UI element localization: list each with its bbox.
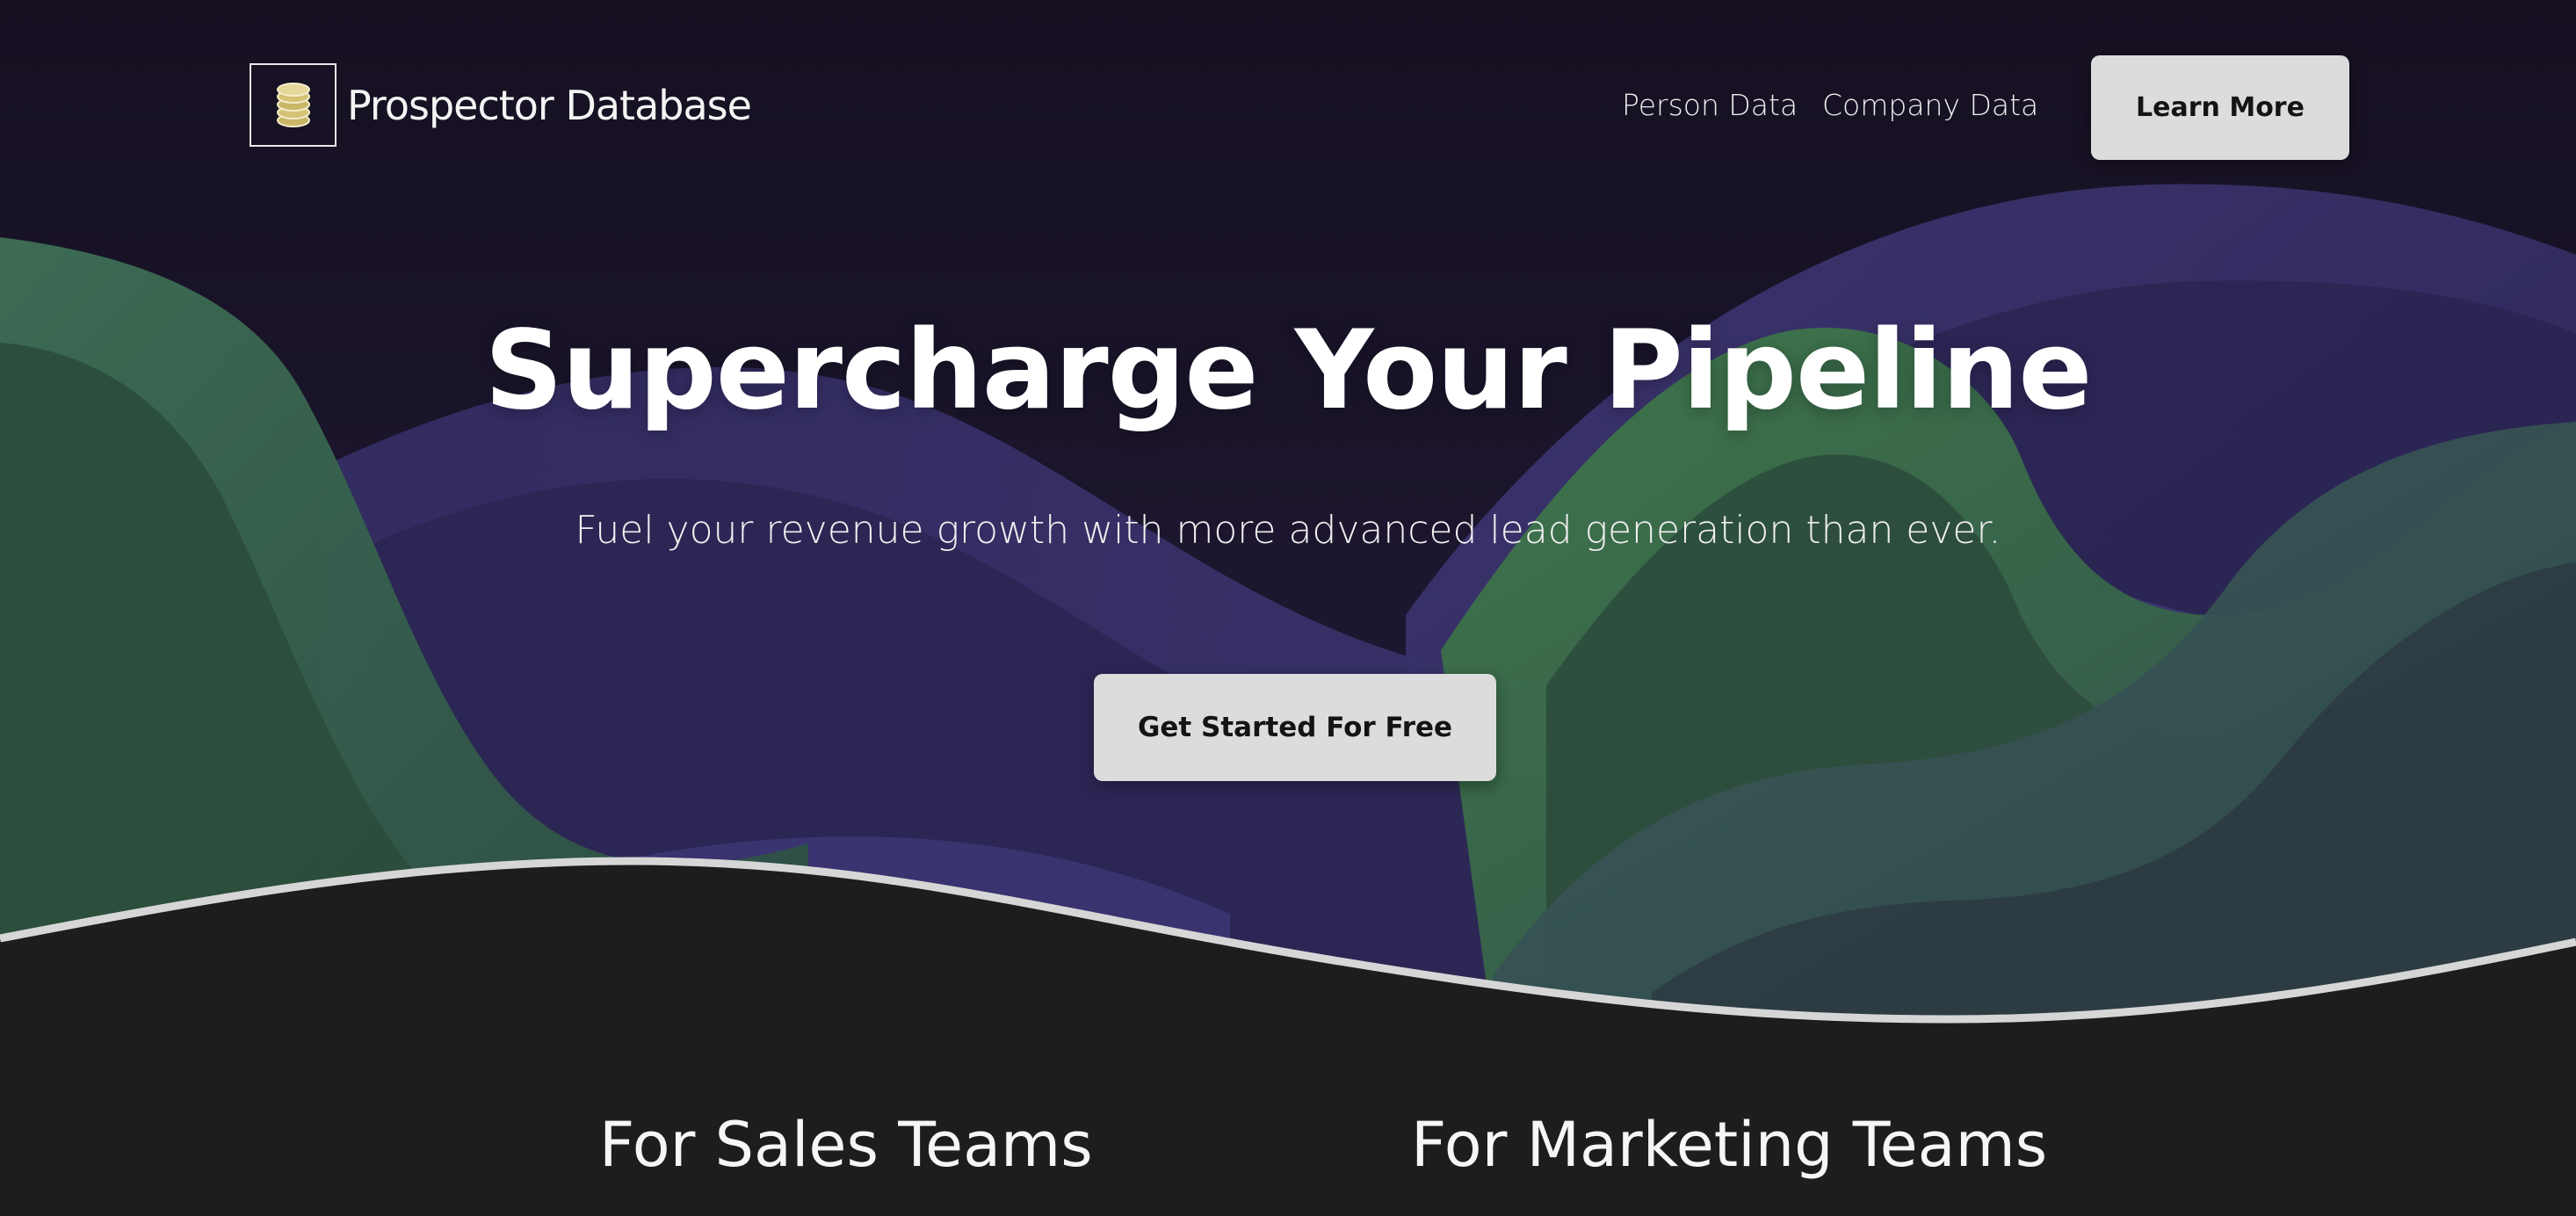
brand-logo-link[interactable]: Prospector Database (250, 63, 752, 147)
brand-name: Prospector Database (347, 81, 752, 129)
nav-link-person-data[interactable]: Person Data (1622, 88, 1798, 122)
landing-page: Prospector Database Person Data Company … (0, 0, 2576, 1216)
hero-subtitle: Fuel your revenue growth with more advan… (575, 508, 2001, 553)
top-navbar: Prospector Database Person Data Company … (0, 0, 2576, 211)
nav-link-company-data[interactable]: Company Data (1822, 88, 2038, 122)
learn-more-button[interactable]: Learn More (2091, 55, 2349, 160)
hero-title: Supercharge Your Pipeline (484, 308, 2092, 434)
coin-stack-icon (250, 63, 336, 147)
get-started-button[interactable]: Get Started For Free (1094, 674, 1496, 781)
section-heading-marketing: For Marketing Teams (1411, 1109, 2048, 1181)
section-heading-sales: For Sales Teams (599, 1109, 1093, 1181)
